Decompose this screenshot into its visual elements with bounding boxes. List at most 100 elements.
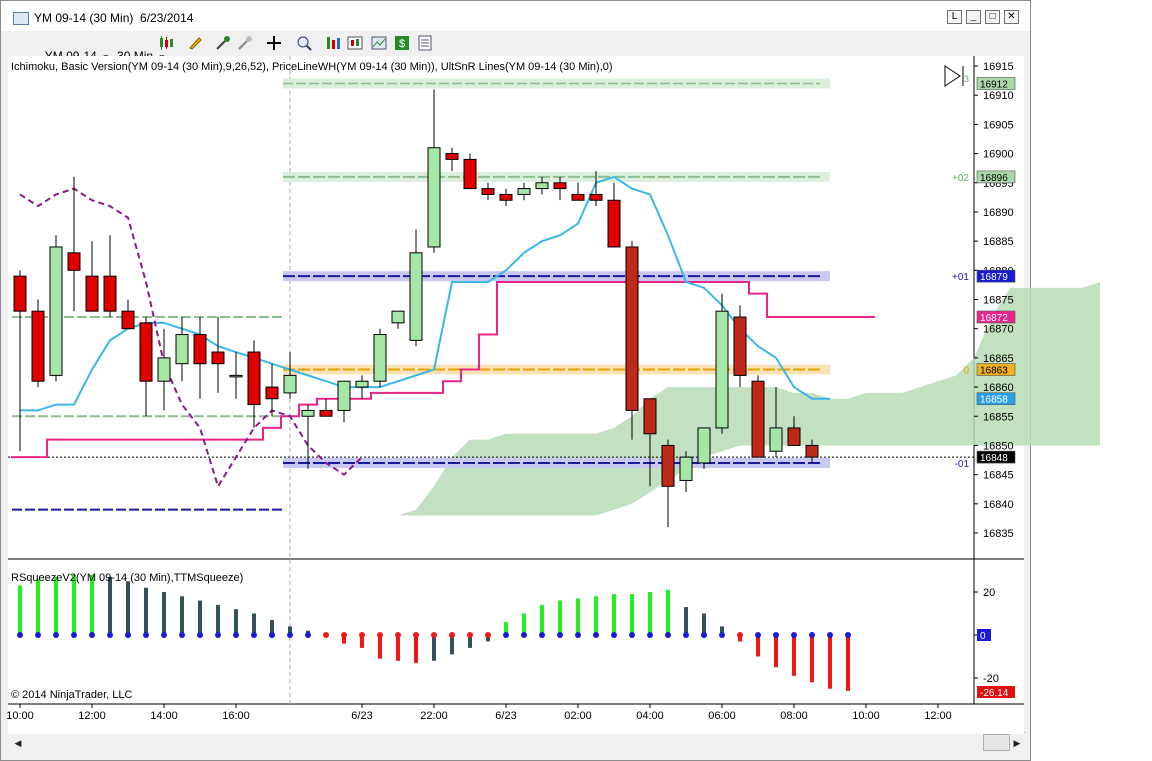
squeeze-bar	[414, 635, 418, 663]
top-level-label: 3	[964, 74, 969, 84]
squeeze-dot	[737, 632, 743, 638]
price-tick-label: 16855	[983, 411, 1014, 423]
price-tick-label: 16890	[983, 207, 1014, 219]
squeeze-bar	[792, 635, 796, 676]
squeeze-dot	[791, 632, 797, 638]
time-tick-label: 12:00	[924, 710, 952, 722]
candle-body	[301, 409, 315, 417]
level-label-0: +02	[952, 173, 969, 184]
price-tick-label: 16885	[983, 236, 1014, 248]
squeeze-dot	[539, 632, 545, 638]
candle-body	[49, 246, 63, 376]
level-label-3: -01	[955, 459, 970, 470]
squeeze-dot	[305, 632, 311, 638]
candle-body	[211, 351, 225, 365]
candle-body	[661, 444, 675, 487]
squeeze-dot	[827, 632, 833, 638]
price-tick-label: 16865	[983, 353, 1014, 365]
squeeze-dot	[719, 632, 725, 638]
squeeze-dot	[557, 632, 563, 638]
candle-body	[229, 374, 243, 378]
squeeze-dot	[377, 632, 383, 638]
copyright-notice: © 2014 NinjaTrader, LLC	[11, 689, 133, 701]
squeeze-bar	[180, 596, 184, 635]
candle-body	[607, 199, 621, 248]
squeeze-bar	[630, 594, 634, 635]
squeeze-bar	[126, 581, 130, 635]
squeeze-bar	[846, 635, 850, 691]
squeeze-dot	[107, 632, 113, 638]
candle-body	[427, 147, 441, 248]
squeeze-bar	[648, 592, 652, 635]
price-tick-label: 16910	[983, 90, 1014, 102]
price-tick-label: 16840	[983, 499, 1014, 511]
price-tick-label: 16845	[983, 470, 1014, 482]
candle-body	[535, 182, 549, 190]
squeeze-dot	[503, 632, 509, 638]
time-tick-label: 16:00	[222, 710, 250, 722]
candle-body	[787, 427, 801, 446]
squeeze-bar	[234, 609, 238, 635]
candle-body	[391, 310, 405, 324]
price-tick-label: 16905	[983, 119, 1014, 131]
squeeze-bar	[522, 613, 526, 635]
indicator-zero-badge-label: 0	[980, 631, 986, 642]
squeeze-dot	[161, 632, 167, 638]
candle-body	[31, 310, 45, 382]
chart-canvas[interactable]: +02 +01 0 -01 3 16835 16840 16845 16850 16855 1686…	[0, 0, 1152, 761]
candle-body	[571, 193, 585, 201]
candle-body	[697, 427, 711, 464]
squeeze-dot	[341, 632, 347, 638]
squeeze-dot	[647, 632, 653, 638]
time-tick-label: 04:00	[636, 710, 664, 722]
candle-body	[589, 193, 603, 201]
price-tick-label: 16900	[983, 149, 1014, 161]
squeeze-bar	[36, 579, 40, 635]
candle-body	[193, 334, 207, 365]
squeeze-bar	[594, 596, 598, 635]
time-tick-label: 12:00	[78, 710, 106, 722]
squeeze-bar	[702, 613, 706, 635]
candle-body	[679, 456, 693, 481]
candle-body	[751, 380, 765, 458]
squeeze-bar	[612, 594, 616, 635]
squeeze-dot	[17, 632, 23, 638]
squeeze-dot	[755, 632, 761, 638]
squeeze-bar	[432, 635, 436, 661]
candle-body	[373, 334, 387, 382]
level-label-2: 0	[963, 366, 969, 377]
squeeze-dot	[665, 632, 671, 638]
candle-body	[247, 351, 261, 406]
time-tick-label: 02:00	[564, 710, 592, 722]
squeeze-dot	[629, 632, 635, 638]
candle-body	[481, 188, 495, 195]
candle-body	[13, 275, 27, 312]
squeeze-dot	[413, 632, 419, 638]
time-tick-label: 10:00	[6, 710, 34, 722]
price-tick-label: 16870	[983, 324, 1014, 336]
price-tick-label: 16835	[983, 528, 1014, 540]
squeeze-bar	[558, 600, 562, 635]
squeeze-bar	[774, 635, 778, 668]
squeeze-bar	[756, 635, 760, 657]
squeeze-dot	[485, 632, 491, 638]
squeeze-bar	[396, 635, 400, 661]
candle-body	[157, 357, 171, 382]
squeeze-dot	[701, 632, 707, 638]
squeeze-dot	[449, 632, 455, 638]
squeeze-dot	[773, 632, 779, 638]
price-tick-label: 16860	[983, 382, 1014, 394]
indicator-last-badge-label: -26.14	[980, 688, 1009, 699]
candle-body	[409, 252, 423, 341]
time-tick-label: 08:00	[780, 710, 808, 722]
price-badge-label: 16872	[980, 313, 1008, 324]
squeeze-bar	[54, 576, 58, 635]
candle-body	[517, 188, 531, 195]
squeeze-dot	[611, 632, 617, 638]
candle-body	[283, 374, 297, 394]
price-badge-label: 16863	[980, 366, 1008, 377]
squeeze-bar	[252, 613, 256, 635]
candle-body	[733, 316, 747, 376]
indicator-tick-label: 20	[983, 587, 995, 599]
candle-body	[319, 409, 333, 417]
